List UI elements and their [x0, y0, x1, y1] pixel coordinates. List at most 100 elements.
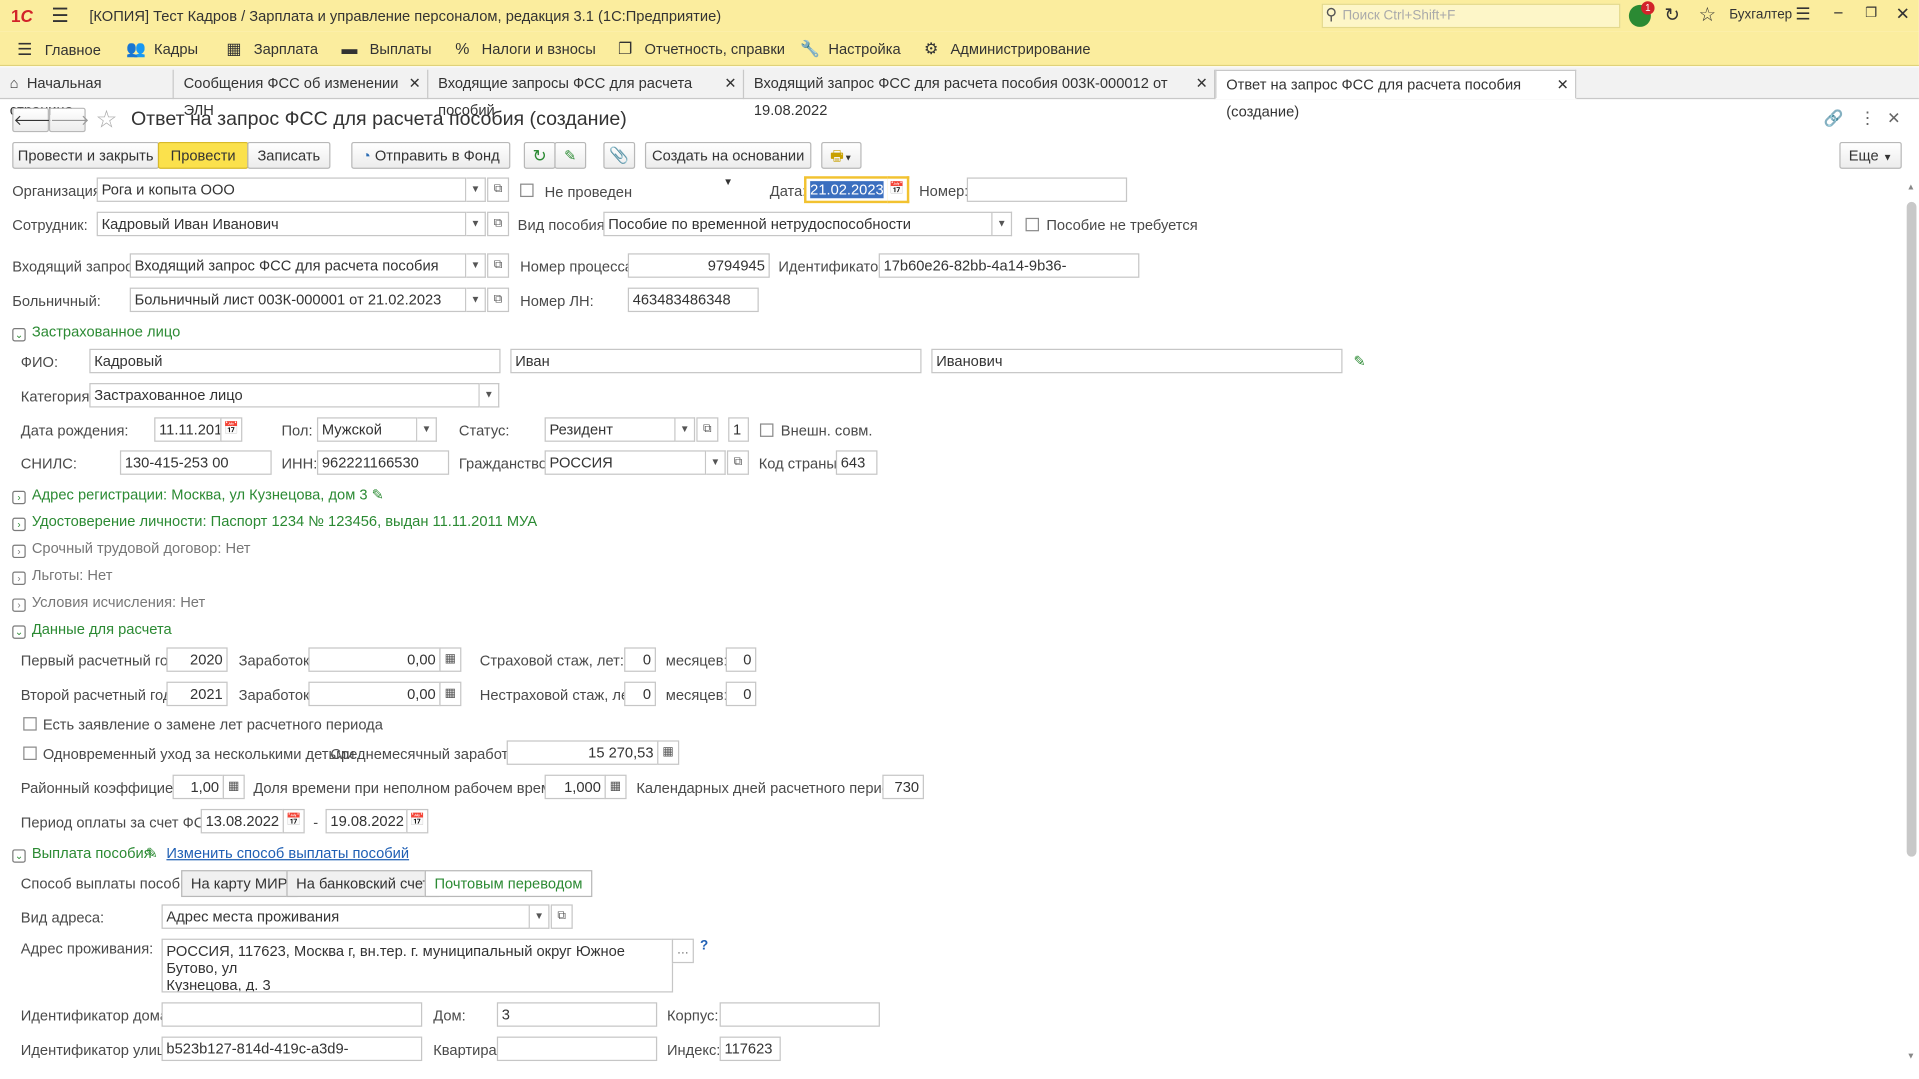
address-section-toggle[interactable]: › Адрес регистрации: Москва, ул Кузнецова…: [12, 486, 384, 505]
more-button[interactable]: Еще ▼: [1839, 141, 1902, 169]
menu-salary[interactable]: ▦ Зарплата: [226, 39, 318, 59]
citizenship-field[interactable]: РОССИЯ: [544, 450, 707, 475]
payment-section-toggle[interactable]: ⌄ Выплата пособия: [12, 844, 152, 863]
request-dropdown[interactable]: ▼: [466, 253, 486, 278]
vertical-scrollbar[interactable]: [1906, 201, 1917, 857]
birth-date-calendar-icon[interactable]: 📅: [220, 417, 243, 442]
calendar-days-field[interactable]: 730: [882, 774, 924, 800]
forward-button[interactable]: 🡒: [48, 107, 90, 133]
employee-open-button[interactable]: ⧉: [487, 211, 510, 237]
org-field[interactable]: Рога и копыта ООО: [96, 177, 467, 202]
status-code-field[interactable]: 1: [728, 417, 749, 442]
citizenship-open-button[interactable]: ⧉: [726, 450, 749, 475]
menu-taxes[interactable]: % Налоги и взносы: [455, 39, 596, 57]
noninsured-months-field[interactable]: 0: [725, 681, 757, 707]
address-select-button[interactable]: …: [671, 938, 694, 964]
insured-section-toggle[interactable]: ⌄ Застрахованное лицо: [12, 323, 180, 342]
house-id-field[interactable]: [161, 1002, 423, 1027]
link-icon[interactable]: 🔗: [1823, 109, 1843, 129]
status-open-button[interactable]: ⧉: [696, 417, 719, 442]
year2-field[interactable]: 2021: [166, 681, 228, 707]
snils-field[interactable]: 130-415-253 00: [119, 450, 272, 475]
residence-address-field[interactable]: РОССИЯ, 117623, Москва г, вн.тер. г. мун…: [161, 938, 674, 993]
org-open-button[interactable]: ⧉: [487, 177, 510, 202]
employee-dropdown[interactable]: ▼: [466, 211, 486, 237]
more-actions-icon[interactable]: ⋮: [1859, 108, 1876, 129]
posted-checkbox[interactable]: [520, 183, 534, 198]
method-bank-account[interactable]: На банковский счет: [286, 870, 440, 898]
benefit-not-required-checkbox[interactable]: [1025, 217, 1040, 232]
citizenship-dropdown[interactable]: ▼: [706, 450, 726, 475]
tab-fss-messages[interactable]: Сообщения ФСС об изменении ЭЛН ✕: [174, 69, 429, 119]
process-field[interactable]: 9794945: [627, 253, 770, 278]
close-tab-icon[interactable]: ✕: [724, 70, 736, 97]
request-field[interactable]: Входящий запрос ФСС для расчета пособия …: [129, 253, 467, 278]
menu-admin[interactable]: ⚙ Администрирование: [924, 39, 1091, 59]
insured-years-field[interactable]: 0: [624, 647, 656, 672]
avg-earnings-field[interactable]: 15 270,53: [506, 740, 659, 765]
block-field[interactable]: [719, 1002, 880, 1027]
status-dropdown[interactable]: ▼: [675, 417, 696, 442]
close-tab-icon[interactable]: ✕: [1557, 71, 1569, 98]
tab-incoming-requests[interactable]: Входящие запросы ФСС для расчета пособий…: [428, 69, 745, 119]
middle-name-field[interactable]: Иванович: [931, 348, 1343, 374]
close-window-icon[interactable]: ✕: [1896, 4, 1910, 25]
avg-earnings-calculator-icon[interactable]: ▦: [657, 740, 680, 765]
time-share-calculator-icon[interactable]: ▦: [604, 774, 627, 800]
sick-leave-dropdown[interactable]: ▼: [466, 287, 486, 313]
back-button[interactable]: 🡐: [12, 107, 53, 133]
app-logo[interactable]: 1C: [11, 6, 33, 26]
time-share-field[interactable]: 1,000: [544, 774, 606, 800]
earnings2-field[interactable]: 0,00: [308, 681, 441, 707]
settings-menu-icon[interactable]: ☰: [1795, 4, 1810, 25]
edit-clear-icon[interactable]: ✎: [1354, 352, 1366, 369]
earnings1-calculator-icon[interactable]: ▦: [439, 647, 462, 672]
print-button[interactable]: 🖶▼: [821, 141, 862, 169]
earnings1-field[interactable]: 0,00: [308, 647, 441, 672]
change-payment-method-link[interactable]: Изменить способ выплаты пособий: [166, 844, 409, 861]
address-type-open-button[interactable]: ⧉: [550, 904, 573, 929]
regional-coef-field[interactable]: 1,00: [172, 774, 224, 800]
street-id-field[interactable]: b523b127-814d-419c-a3d9-a4f7be8c51c9: [161, 1036, 423, 1062]
method-mir-card[interactable]: На карту МИР: [181, 870, 298, 898]
benefit-type-field[interactable]: Пособие по временной нетрудоспособности: [603, 211, 993, 237]
history-icon[interactable]: ↻: [1664, 4, 1679, 26]
ln-number-field[interactable]: 463483486348: [627, 287, 759, 313]
category-dropdown[interactable]: ▼: [479, 383, 500, 408]
attach-button[interactable]: 📎: [603, 141, 636, 169]
external-combo-checkbox[interactable]: [759, 423, 774, 437]
restore-icon[interactable]: ❐: [1865, 5, 1877, 21]
category-field[interactable]: Застрахованное лицо: [89, 383, 480, 408]
refresh-button[interactable]: ↻: [523, 141, 556, 169]
date-calendar-icon[interactable]: 📅: [887, 176, 910, 204]
date-field[interactable]: 21.02.2023: [804, 176, 890, 204]
contract-section-toggle[interactable]: › Срочный трудовой договор: Нет: [12, 540, 251, 559]
post-and-close-button[interactable]: Провести и закрыть: [12, 141, 160, 169]
inn-field[interactable]: 962221166530: [316, 450, 450, 475]
method-postal-transfer[interactable]: Почтовым переводом: [424, 870, 593, 898]
multiple-children-checkbox[interactable]: [23, 746, 37, 760]
request-open-button[interactable]: ⧉: [487, 253, 510, 278]
identity-section-toggle[interactable]: › Удостоверение личности: Паспорт 1234 № …: [12, 513, 537, 532]
regional-coef-calculator-icon[interactable]: ▦: [222, 774, 245, 800]
year1-field[interactable]: 2020: [166, 647, 228, 672]
scroll-up-icon[interactable]: ▲: [1907, 184, 1915, 193]
conditions-section-toggle[interactable]: › Условия исчисления: Нет: [12, 594, 205, 612]
benefits-section-toggle[interactable]: › Льготы: Нет: [12, 567, 112, 585]
sex-dropdown[interactable]: ▼: [417, 417, 437, 442]
last-name-field[interactable]: Кадровый: [89, 348, 501, 374]
edit-pencil-icon[interactable]: ✎: [372, 486, 384, 503]
current-user[interactable]: Бухгалтер: [1729, 7, 1792, 22]
address-type-dropdown[interactable]: ▼: [529, 904, 550, 929]
index-field[interactable]: 117623: [719, 1036, 781, 1062]
favorites-star-icon[interactable]: ☆: [1699, 2, 1717, 26]
first-name-field[interactable]: Иван: [510, 348, 922, 374]
sick-leave-field[interactable]: Больничный лист 003К-000001 от 21.02.202…: [129, 287, 467, 313]
org-dropdown[interactable]: ▼: [466, 177, 486, 202]
minimize-icon[interactable]: −: [1833, 2, 1843, 22]
benefit-type-dropdown[interactable]: ▼: [992, 211, 1013, 237]
earnings2-calculator-icon[interactable]: ▦: [439, 681, 462, 707]
insured-months-field[interactable]: 0: [725, 647, 757, 672]
menu-settings[interactable]: 🔧 Настройка: [800, 39, 900, 59]
replace-years-checkbox[interactable]: [23, 717, 37, 731]
